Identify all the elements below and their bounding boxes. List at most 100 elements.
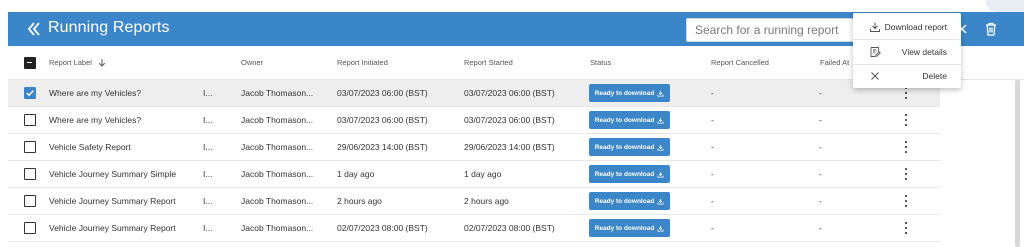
failed-cell: - bbox=[819, 142, 822, 152]
table-row[interactable]: Where are my Vehicles? I... Jacob Thomas… bbox=[8, 80, 940, 107]
download-icon bbox=[869, 21, 881, 33]
arrow-down-icon[interactable] bbox=[98, 58, 106, 67]
download-icon bbox=[657, 225, 664, 232]
search-input[interactable] bbox=[687, 19, 863, 41]
col-report-started[interactable]: Report Started bbox=[464, 46, 513, 79]
row-checkbox[interactable] bbox=[24, 195, 36, 207]
row-checkbox[interactable] bbox=[24, 222, 36, 234]
cancelled-cell: - bbox=[711, 169, 714, 179]
ready-to-download-button[interactable]: Ready to download bbox=[589, 192, 670, 210]
owner-cell: Jacob Thomason... bbox=[241, 142, 314, 152]
report-extra-cell: I... bbox=[203, 88, 213, 98]
started-cell: 2 hours ago bbox=[464, 196, 509, 206]
row-select-cell[interactable] bbox=[24, 80, 36, 106]
initiated-cell: 29/06/2023 14:00 (BST) bbox=[337, 142, 428, 152]
ready-to-download-label: Ready to download bbox=[594, 89, 655, 97]
status-cell: Ready to download bbox=[589, 161, 670, 187]
chevron-double-left-icon[interactable] bbox=[26, 20, 42, 38]
ready-to-download-button[interactable]: Ready to download bbox=[589, 111, 670, 129]
failed-cell: - bbox=[819, 115, 822, 125]
row-select-cell[interactable] bbox=[24, 215, 36, 241]
row-context-menu: Download report View details Delete bbox=[853, 13, 961, 88]
started-cell: 29/06/2023 14:00 (BST) bbox=[464, 142, 555, 152]
page-title: Running Reports bbox=[48, 19, 170, 36]
kebab-icon[interactable] bbox=[904, 141, 908, 153]
trash-icon[interactable] bbox=[984, 21, 998, 37]
ready-to-download-label: Ready to download bbox=[594, 116, 655, 124]
row-actions-cell[interactable] bbox=[904, 215, 908, 241]
menu-item-download-report[interactable]: Download report bbox=[853, 15, 961, 39]
row-checkbox[interactable] bbox=[24, 114, 36, 126]
row-actions-cell[interactable] bbox=[904, 161, 908, 187]
failed-cell: - bbox=[819, 196, 822, 206]
table-row[interactable]: Vehicle Safety Report I... Jacob Thomaso… bbox=[8, 134, 940, 161]
kebab-icon[interactable] bbox=[904, 195, 908, 207]
ready-to-download-label: Ready to download bbox=[594, 170, 655, 178]
cancelled-cell: - bbox=[711, 223, 714, 233]
select-all-checkbox[interactable] bbox=[24, 56, 36, 69]
col-report-initiated[interactable]: Report Initiated bbox=[337, 46, 388, 79]
cancelled-cell: - bbox=[711, 196, 714, 206]
status-cell: Ready to download bbox=[589, 134, 670, 160]
table-row[interactable]: Vehicle Journey Summary Report I... Jaco… bbox=[8, 188, 940, 215]
initiated-cell: 2 hours ago bbox=[337, 196, 382, 206]
col-report-cancelled[interactable]: Report Cancelled bbox=[711, 46, 769, 79]
close-icon bbox=[869, 70, 881, 82]
report-label-cell: Vehicle Safety Report bbox=[49, 142, 131, 152]
ready-to-download-button[interactable]: Ready to download bbox=[589, 165, 670, 183]
report-extra-cell: I... bbox=[203, 115, 213, 125]
initiated-cell: 03/07/2023 06:00 (BST) bbox=[337, 88, 428, 98]
menu-item-view-details[interactable]: View details bbox=[853, 40, 961, 64]
search-field[interactable] bbox=[686, 18, 864, 42]
ready-to-download-button[interactable]: Ready to download bbox=[589, 84, 670, 102]
table-row[interactable]: Where are my Vehicles? I... Jacob Thomas… bbox=[8, 107, 940, 134]
initiated-cell: 02/07/2023 08:00 (BST) bbox=[337, 223, 428, 233]
report-label-cell: Where are my Vehicles? bbox=[49, 88, 142, 98]
vertical-scrollbar[interactable] bbox=[1015, 80, 1020, 247]
started-cell: 02/07/2023 08:00 (BST) bbox=[464, 223, 555, 233]
row-checkbox[interactable] bbox=[24, 141, 36, 153]
col-failed-at[interactable]: Failed At bbox=[820, 46, 849, 79]
col-status[interactable]: Status bbox=[590, 46, 611, 79]
ready-to-download-label: Ready to download bbox=[594, 143, 655, 151]
col-report-label[interactable]: Report Label bbox=[49, 46, 106, 79]
cancelled-cell: - bbox=[711, 88, 714, 98]
started-cell: 03/07/2023 06:00 (BST) bbox=[464, 88, 555, 98]
top-corner bbox=[986, 0, 1024, 12]
table-row[interactable]: Vehicle Journey Summary Report I... Jaco… bbox=[8, 215, 940, 242]
ready-to-download-label: Ready to download bbox=[594, 224, 655, 232]
row-select-cell[interactable] bbox=[24, 107, 36, 133]
menu-view-label: View details bbox=[901, 47, 947, 57]
initiated-cell: 1 day ago bbox=[337, 169, 375, 179]
menu-delete-label: Delete bbox=[922, 71, 947, 81]
failed-cell: - bbox=[819, 223, 822, 233]
report-extra-cell: I... bbox=[203, 223, 213, 233]
started-cell: 03/07/2023 06:00 (BST) bbox=[464, 115, 555, 125]
report-label-cell: Vehicle Journey Summary Report bbox=[49, 223, 176, 233]
col-report-label-text: Report Label bbox=[49, 58, 92, 67]
select-all-cell[interactable] bbox=[24, 46, 36, 79]
document-edit-icon bbox=[869, 46, 881, 58]
table-row[interactable]: Vehicle Journey Summary Simple I... Jaco… bbox=[8, 161, 940, 188]
row-actions-cell[interactable] bbox=[904, 134, 908, 160]
kebab-icon[interactable] bbox=[904, 222, 908, 234]
kebab-icon[interactable] bbox=[904, 114, 908, 126]
row-actions-cell[interactable] bbox=[904, 188, 908, 214]
report-label-cell: Vehicle Journey Summary Simple bbox=[49, 169, 177, 179]
row-checkbox[interactable] bbox=[24, 168, 36, 180]
col-owner[interactable]: Owner bbox=[241, 46, 263, 79]
row-select-cell[interactable] bbox=[24, 188, 36, 214]
row-select-cell[interactable] bbox=[24, 161, 36, 187]
kebab-icon[interactable] bbox=[904, 87, 908, 99]
row-actions-cell[interactable] bbox=[904, 107, 908, 133]
menu-item-delete[interactable]: Delete bbox=[853, 64, 961, 88]
download-icon bbox=[657, 171, 664, 178]
ready-to-download-button[interactable]: Ready to download bbox=[589, 219, 670, 237]
ready-to-download-button[interactable]: Ready to download bbox=[589, 138, 670, 156]
row-checkbox[interactable] bbox=[24, 87, 36, 99]
row-select-cell[interactable] bbox=[24, 134, 36, 160]
menu-download-label: Download report bbox=[884, 22, 947, 32]
kebab-icon[interactable] bbox=[904, 168, 908, 180]
owner-cell: Jacob Thomason... bbox=[241, 115, 314, 125]
report-label-cell: Where are my Vehicles? bbox=[49, 115, 142, 125]
